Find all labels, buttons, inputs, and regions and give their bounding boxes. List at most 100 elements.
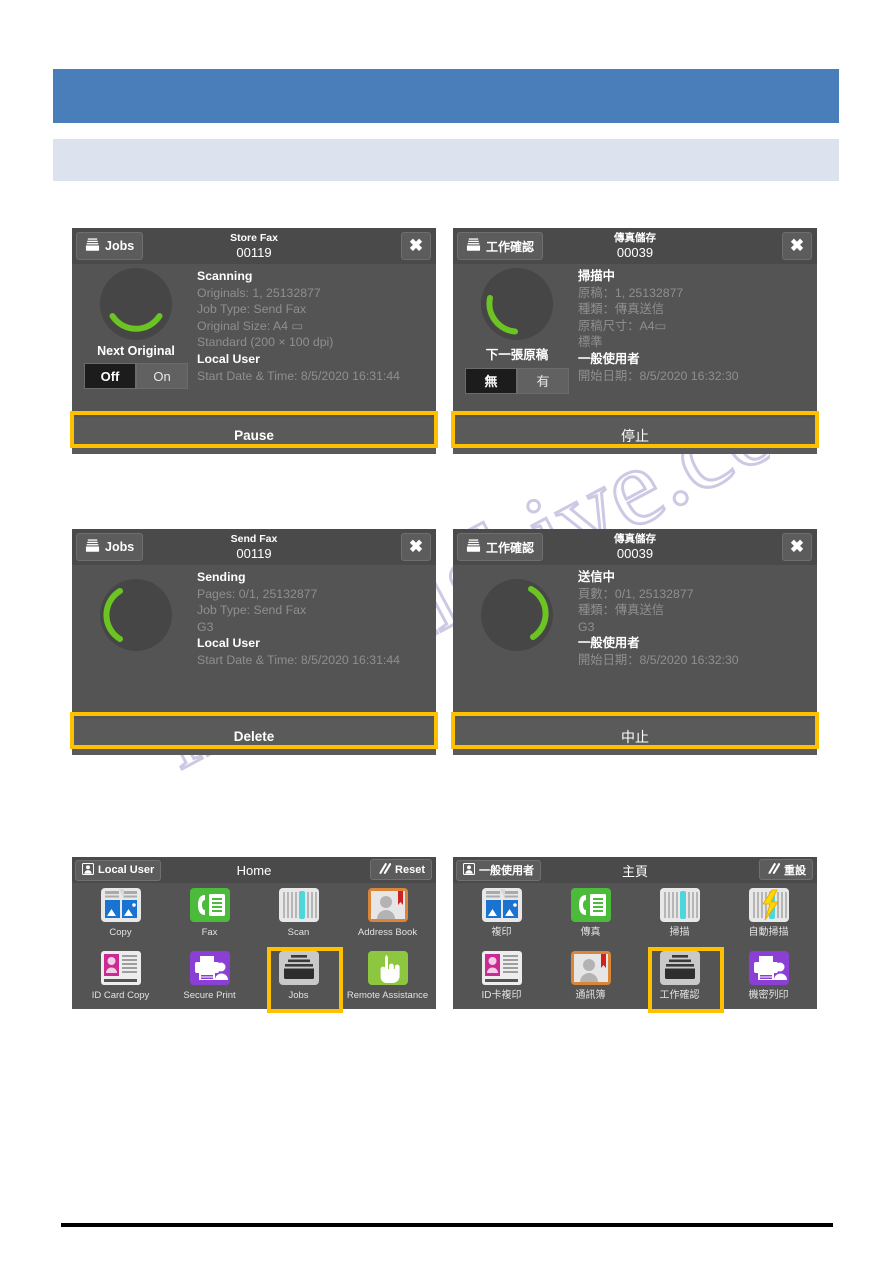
toggle-off-option[interactable]: Off [84, 363, 136, 389]
job-info-line: Scanning [197, 269, 253, 283]
pause-button[interactable]: Pause [72, 418, 436, 454]
secure-print-icon [187, 949, 233, 987]
panel-top-bar: Jobs Send Fax 00119 ✖ [72, 529, 436, 565]
jobs-tray-icon [85, 237, 100, 255]
toggle-on-option[interactable]: On [136, 363, 188, 389]
app-address-book[interactable]: 通訊簿 [546, 949, 635, 1009]
toggle-on-option[interactable]: 有 [517, 368, 569, 394]
toggle-off-option[interactable]: 無 [465, 368, 517, 394]
progress-spinner [481, 268, 553, 340]
job-info-list: Scanning Originals: 1, 25132877 Job Type… [197, 268, 430, 384]
app-remote-assistance[interactable]: Remote Assistance [343, 949, 432, 1009]
scan-icon [657, 886, 703, 924]
job-info-line: 種類：傳真送信 [578, 302, 665, 317]
panel-store-fax-en: Jobs Store Fax 00119 ✖ Next Original Off… [72, 228, 436, 454]
stop-button[interactable]: 停止 [453, 418, 817, 454]
page-header-blue-bar [53, 69, 839, 123]
jobs-chip-label: Jobs [105, 540, 135, 554]
jobs-chip-button[interactable]: Jobs [76, 533, 144, 561]
progress-column: 下一張原稿 無 有 [461, 266, 573, 394]
jobs-tray-icon [466, 237, 481, 255]
job-info-line: 一般使用者 [578, 636, 640, 651]
app-label: 機密列印 [748, 990, 789, 1001]
panel-store-fax-zh: 工作確認 傳真儲存 00039 ✖ 下一張原稿 無 有 掃描中 原稿：1, 25… [453, 228, 817, 454]
app-label: Scan [287, 927, 310, 938]
app-label: 複印 [491, 927, 512, 938]
app-copy[interactable]: 複印 [457, 886, 546, 949]
job-info-line: Local User [197, 636, 260, 651]
app-fax[interactable]: Fax [165, 886, 254, 949]
job-info-line: 原稿尺寸：A4▭ [578, 318, 667, 333]
user-chip-button[interactable]: 一般使用者 [456, 859, 541, 881]
progress-column [461, 567, 573, 651]
reset-button[interactable]: Reset [370, 859, 432, 880]
app-fax[interactable]: 傳真 [546, 886, 635, 949]
app-id-card-copy[interactable]: ID卡複印 [457, 949, 546, 1009]
job-info-line: Sending [197, 570, 246, 584]
panel-body: Next Original Off On Scanning Originals:… [72, 264, 436, 416]
app-secure-print[interactable]: 機密列印 [724, 949, 813, 1009]
job-info-line: 開始日期：8/5/2020 16:32:30 [578, 368, 739, 383]
close-icon[interactable]: ✖ [782, 533, 812, 561]
app-label: 自動掃描 [748, 927, 789, 938]
delete-button[interactable]: Delete [72, 719, 436, 755]
reset-button[interactable]: 重設 [759, 859, 813, 880]
job-info-line: Pages: 0/1, 25132877 [197, 586, 318, 601]
spinner-label: 下一張原稿 [485, 348, 549, 362]
next-original-toggle[interactable]: 無 有 [465, 368, 569, 394]
job-info-list: Sending Pages: 0/1, 25132877 Job Type: S… [197, 569, 430, 669]
app-jobs[interactable]: 工作確認 [635, 949, 724, 1009]
app-label: Address Book [357, 927, 418, 938]
id-card-copy-icon [479, 949, 525, 987]
panel-home-en: Local User Home Reset Copy Fax Scan Addr… [72, 857, 436, 1009]
app-auto-scan[interactable]: 自動掃描 [724, 886, 813, 949]
app-label: Secure Print [183, 990, 236, 1001]
page-subheader-bar [53, 139, 839, 181]
close-icon[interactable]: ✖ [401, 533, 431, 561]
job-info-line: 開始日期：8/5/2020 16:32:30 [578, 652, 739, 667]
jobs-chip-button[interactable]: 工作確認 [457, 533, 544, 561]
jobs-chip-button[interactable]: 工作確認 [457, 232, 544, 260]
app-label: 工作確認 [659, 990, 700, 1001]
jobs-tray-icon [466, 538, 481, 556]
job-info-line: 種類：傳真送信 [578, 603, 665, 618]
copy-icon [479, 886, 525, 924]
panel-send-fax-zh: 工作確認 傳真儲存 00039 ✖ 送信中 頁數：0/1, 25132877 種… [453, 529, 817, 755]
app-label: Remote Assistance [346, 990, 429, 1001]
app-id-card-copy[interactable]: ID Card Copy [76, 949, 165, 1009]
reset-label: Reset [395, 863, 425, 876]
fax-icon [187, 886, 233, 924]
progress-column [80, 567, 192, 651]
address-book-icon [365, 886, 411, 924]
user-chip-button[interactable]: Local User [75, 859, 162, 881]
job-info-line: Job Type: Send Fax [197, 302, 307, 317]
job-info-line: Start Date & Time: 8/5/2020 16:31:44 [197, 652, 401, 667]
remote-assistance-icon [365, 949, 411, 987]
app-grid: 複印 傳真 掃描 自動掃描 ID卡複印 通訊簿 工作確認 機密列印 [453, 883, 817, 1009]
jobs-tray-icon [85, 538, 100, 556]
address-book-icon [568, 949, 614, 987]
app-jobs[interactable]: Jobs [254, 949, 343, 1009]
user-icon [462, 862, 476, 878]
progress-column: Next Original Off On [80, 266, 192, 389]
user-chip-label: Local User [98, 864, 155, 876]
job-info-list: 送信中 頁數：0/1, 25132877 種類：傳真送信 G3 一般使用者 開始… [578, 569, 811, 669]
job-info-line: Standard (200 × 100 dpi) [197, 335, 334, 350]
abort-button[interactable]: 中止 [453, 719, 817, 755]
app-scan[interactable]: 掃描 [635, 886, 724, 949]
close-icon[interactable]: ✖ [782, 232, 812, 260]
close-icon[interactable]: ✖ [401, 232, 431, 260]
app-copy[interactable]: Copy [76, 886, 165, 949]
next-original-toggle[interactable]: Off On [84, 363, 188, 389]
app-scan[interactable]: Scan [254, 886, 343, 949]
app-secure-print[interactable]: Secure Print [165, 949, 254, 1009]
job-info-line: Start Date & Time: 8/5/2020 16:31:44 [197, 368, 401, 383]
app-address-book[interactable]: Address Book [343, 886, 432, 949]
panel-top-bar: 工作確認 傳真儲存 00039 ✖ [453, 529, 817, 565]
id-card-copy-icon [98, 949, 144, 987]
app-label: ID Card Copy [91, 990, 150, 1001]
panel-body: 送信中 頁數：0/1, 25132877 種類：傳真送信 G3 一般使用者 開始… [453, 565, 817, 717]
app-label: 掃描 [669, 927, 690, 938]
jobs-chip-button[interactable]: Jobs [76, 232, 144, 260]
panel-top-bar: Jobs Store Fax 00119 ✖ [72, 228, 436, 264]
